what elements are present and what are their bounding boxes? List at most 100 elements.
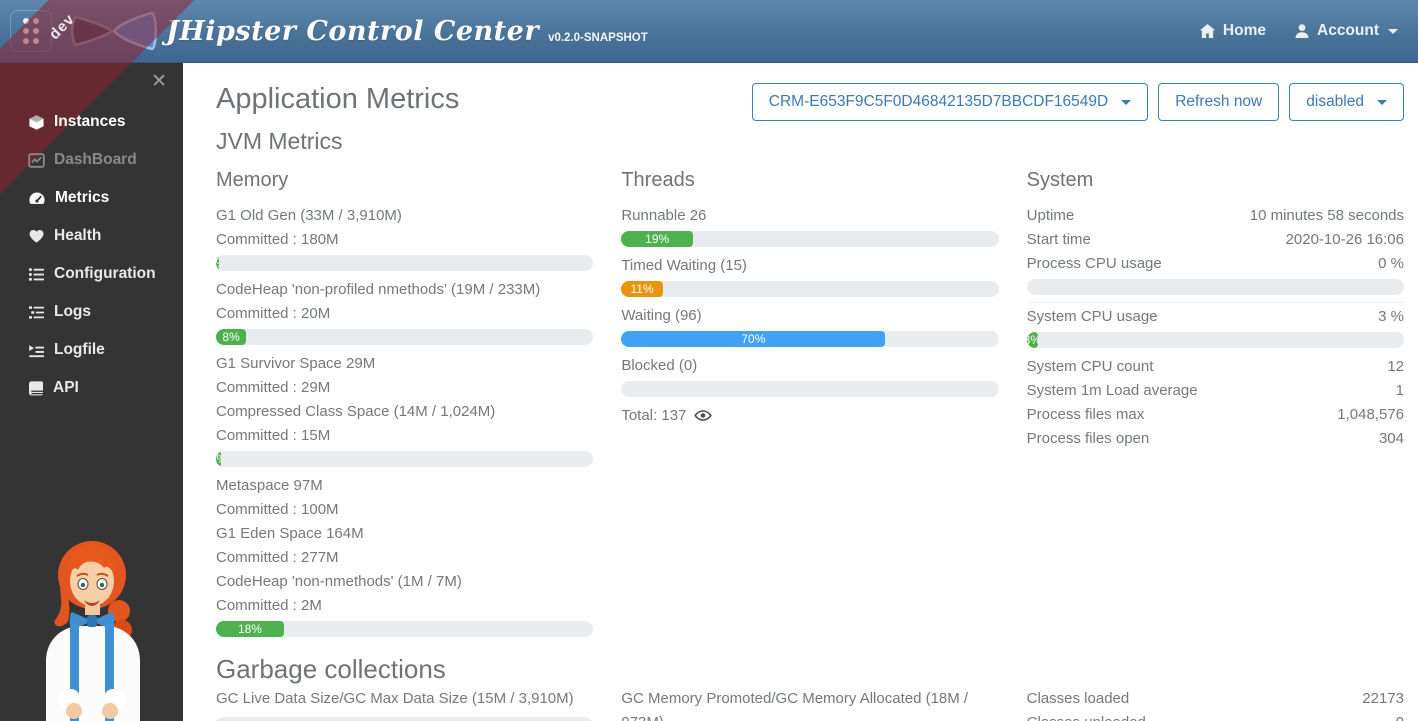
page-title: Application Metrics: [216, 83, 459, 116]
caret-down-icon: [1121, 100, 1131, 105]
home-link[interactable]: Home: [1199, 22, 1266, 40]
process-cpu-progressbar: [1027, 279, 1404, 295]
memory-item-title: G1 Survivor Space 29M: [216, 352, 593, 376]
sidebar-item-label: Instances: [54, 113, 126, 131]
gc-item-title: GC Memory Promoted/GC Memory Allocated (…: [621, 687, 998, 721]
memory-item-title: Compressed Class Space (14M / 1,024M): [216, 400, 593, 424]
apps-grid-button[interactable]: [10, 10, 52, 52]
navbar-links: Home Account: [1199, 22, 1398, 40]
memory-progressbar: 8%: [216, 329, 593, 345]
stream-icon: [28, 342, 45, 359]
caret-down-icon: [1377, 100, 1387, 105]
brand-version: v0.2.0-SNAPSHOT: [548, 32, 648, 44]
system-row: Start time 2020-10-26 16:06: [1027, 228, 1404, 252]
book-icon: [28, 380, 44, 397]
thread-state-label: Runnable 26: [621, 204, 998, 228]
sidebar-item-label: Logs: [54, 303, 91, 321]
home-icon: [1199, 23, 1216, 39]
sidebar-item-metrics[interactable]: Metrics: [0, 179, 183, 217]
sidebar-item-instances[interactable]: Instances: [0, 103, 183, 141]
thread-state-label: Blocked (0): [621, 354, 998, 378]
gc-classes: Classes loaded 22173 Classes unloaded 0: [1027, 687, 1404, 721]
list-icon: [28, 266, 45, 283]
caret-down-icon: [1388, 29, 1398, 34]
system-row: Process files max 1,048,576: [1027, 403, 1404, 427]
cube-icon: [28, 114, 45, 131]
refresh-rate-dropdown[interactable]: disabled: [1289, 83, 1404, 121]
sidebar-item-label: Health: [54, 227, 101, 245]
sidebar-item-configuration[interactable]: Configuration: [0, 255, 183, 293]
refresh-now-button[interactable]: Refresh now: [1158, 83, 1279, 121]
jvm-metrics-heading: JVM Metrics: [216, 128, 1404, 155]
gauge-icon: [28, 190, 46, 207]
metrics-controls: CRM-E653F9C5F0D46842135D7BBCDF16549D Ref…: [752, 83, 1404, 121]
user-icon: [1294, 23, 1310, 39]
sidebar-item-label: Configuration: [54, 265, 156, 283]
system-row: Process CPU usage 0 %: [1027, 252, 1404, 276]
refresh-now-label: Refresh now: [1175, 93, 1262, 111]
brand-title: JHipster Control Center: [166, 16, 539, 47]
memory-item-committed: Committed : 277M: [216, 546, 593, 570]
system-row: Uptime 10 minutes 58 seconds: [1027, 204, 1404, 228]
classes-row: Classes unloaded 0: [1027, 711, 1404, 721]
main-content: Application Metrics CRM-E653F9C5F0D46842…: [183, 63, 1418, 721]
instance-dropdown[interactable]: CRM-E653F9C5F0D46842135D7BBCDF16549D: [752, 83, 1148, 121]
gc-heading: Garbage collections: [216, 654, 1404, 685]
threads-heading: Threads: [621, 169, 998, 192]
classes-row: Classes loaded 22173: [1027, 687, 1404, 711]
memory-item-committed: Committed : 180M: [216, 228, 593, 252]
brand-link[interactable]: JHipster Control Center v0.2.0-SNAPSHOT: [68, 7, 648, 55]
memory-heading: Memory: [216, 169, 593, 192]
memory-item-committed: Committed : 2M: [216, 594, 593, 618]
sidebar-item-health[interactable]: Health: [0, 217, 183, 255]
gc-progressbar: 0%: [216, 717, 593, 721]
memory-panel: Memory G1 Old Gen (33M / 3,910M) Committ…: [216, 155, 593, 644]
bowtie-logo-icon: [68, 7, 160, 55]
home-label: Home: [1223, 22, 1266, 40]
tasks-icon: [28, 304, 45, 321]
system-panel: System Uptime 10 minutes 58 seconds Star…: [1027, 155, 1404, 644]
memory-item-title: G1 Eden Space 164M: [216, 522, 593, 546]
sidebar-item-logs[interactable]: Logs: [0, 293, 183, 331]
account-label: Account: [1317, 22, 1379, 40]
thread-progressbar: 19%: [621, 231, 998, 247]
sidebar-close-button[interactable]: ✕: [151, 70, 167, 92]
system-row: System CPU count 12: [1027, 355, 1404, 379]
sidebar-nav: Instances DashBoard Metrics: [0, 103, 183, 407]
thread-details-button[interactable]: [694, 407, 712, 424]
memory-progressbar: 1%: [216, 451, 593, 467]
sidebar-item-label: DashBoard: [54, 151, 137, 169]
sidebar-item-logfile[interactable]: Logfile: [0, 331, 183, 369]
system-row: System CPU usage 3 %: [1027, 305, 1404, 329]
system-heading: System: [1027, 169, 1404, 192]
memory-item-title: CodeHeap 'non-profiled nmethods' (19M / …: [216, 278, 593, 302]
system-divider: [1027, 302, 1404, 303]
memory-item-title: Metaspace 97M: [216, 474, 593, 498]
grid-dots-icon: [23, 18, 39, 44]
system-row: System 1m Load average 1: [1027, 379, 1404, 403]
sidebar-item-dashboard[interactable]: DashBoard: [0, 141, 183, 179]
account-menu[interactable]: Account: [1294, 22, 1398, 40]
sidebar-item-label: API: [53, 379, 79, 397]
jhipster-girl-mascot: [18, 531, 168, 721]
memory-item-committed: Committed : 15M: [216, 424, 593, 448]
gc-item-title: GC Live Data Size/GC Max Data Size (15M …: [216, 687, 593, 711]
thread-state-label: Waiting (96): [621, 304, 998, 328]
sidebar-item-label: Logfile: [54, 341, 105, 359]
memory-item-committed: Committed : 29M: [216, 376, 593, 400]
refresh-rate-label: disabled: [1306, 93, 1364, 111]
memory-item-committed: Committed : 20M: [216, 302, 593, 326]
memory-item-committed: Committed : 100M: [216, 498, 593, 522]
threads-total-label: Total: 137: [621, 407, 686, 424]
instance-dropdown-label: CRM-E653F9C5F0D46842135D7BBCDF16549D: [769, 93, 1108, 111]
line-chart-icon: [28, 152, 45, 169]
app-window: JHipster Control Center v0.2.0-SNAPSHOT …: [0, 0, 1418, 721]
thread-state-label: Timed Waiting (15): [621, 254, 998, 278]
eye-icon: [694, 407, 712, 424]
thread-progressbar: 70%: [621, 331, 998, 347]
sidebar-item-api[interactable]: API: [0, 369, 183, 407]
gc-item: GC Memory Promoted/GC Memory Allocated (…: [621, 687, 998, 721]
memory-progressbar: 18%: [216, 621, 593, 637]
memory-item-title: G1 Old Gen (33M / 3,910M): [216, 204, 593, 228]
threads-panel: Threads Runnable 26 19% Timed Waiting (1…: [621, 155, 998, 644]
